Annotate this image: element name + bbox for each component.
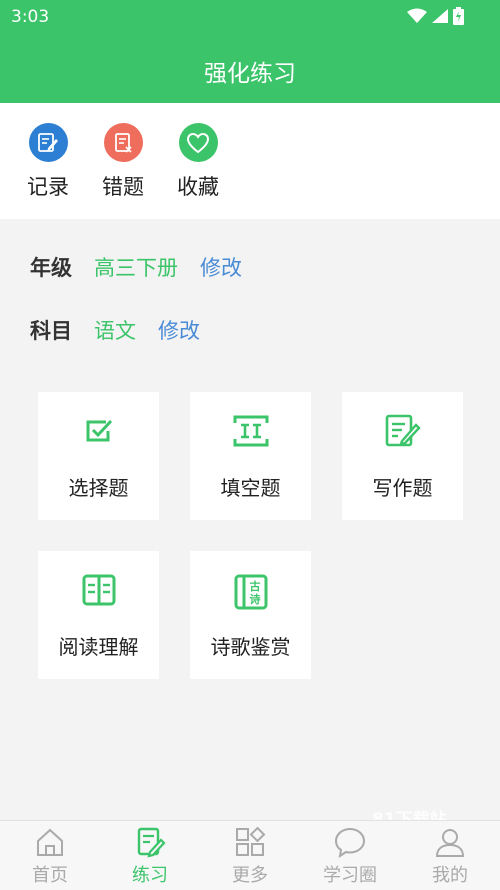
exercise-label: 诗歌鉴赏 <box>210 635 291 659</box>
tab-label: 我的 <box>432 865 468 886</box>
chat-bubble-icon <box>310 826 390 858</box>
subject-row: 科目 语文 修改 <box>30 315 200 345</box>
signal-icon <box>432 9 448 23</box>
page-title: 强化练习 <box>204 61 296 87</box>
exercise-card-reading[interactable]: 阅读理解 <box>38 551 159 679</box>
quick-action-label: 收藏 <box>177 175 219 199</box>
practice-icon <box>110 826 190 858</box>
bottom-tab-bar: 首页 练习 更多 学习圈 我的 <box>0 820 500 890</box>
subject-value: 语文 <box>94 319 136 343</box>
poem-icon-char: 古 <box>249 579 260 593</box>
status-time: 3:03 <box>11 7 50 27</box>
subject-edit-link[interactable]: 修改 <box>158 315 200 345</box>
grade-row: 年级 高三下册 修改 <box>30 252 242 282</box>
tab-home[interactable]: 首页 <box>10 826 90 887</box>
home-icon <box>10 826 90 858</box>
exercise-label: 写作题 <box>372 476 433 500</box>
exercise-card-fill-blank[interactable]: 填空题 <box>190 392 311 520</box>
more-icon <box>210 826 290 858</box>
quick-action-wrong-questions[interactable]: 错题 <box>93 123 153 201</box>
writing-icon <box>342 414 463 448</box>
status-icons <box>407 7 464 25</box>
tab-label: 更多 <box>232 865 268 886</box>
quick-action-favorites[interactable]: 收藏 <box>168 123 228 201</box>
exercise-card-multiple-choice[interactable]: 选择题 <box>38 392 159 520</box>
app-bar: 强化练习 <box>0 34 500 103</box>
exercise-card-writing[interactable]: 写作题 <box>342 392 463 520</box>
record-icon <box>28 123 68 162</box>
battery-charging-icon <box>453 7 464 25</box>
heart-icon <box>178 123 218 162</box>
tab-me[interactable]: 我的 <box>410 826 490 887</box>
grade-edit-link[interactable]: 修改 <box>200 252 242 282</box>
checkbox-icon <box>38 414 159 448</box>
quick-action-label: 记录 <box>27 175 69 199</box>
tab-label: 首页 <box>32 865 68 886</box>
tab-practice[interactable]: 练习 <box>110 826 190 887</box>
user-icon <box>410 826 490 858</box>
subject-label: 科目 <box>30 319 72 343</box>
tab-study-circle[interactable]: 学习圈 <box>310 826 390 887</box>
tab-label: 学习圈 <box>323 865 377 886</box>
settings-section: 年级 高三下册 修改 科目 语文 修改 <box>0 219 500 389</box>
status-bar: 3:03 <box>0 0 500 34</box>
fill-blank-icon <box>190 414 311 448</box>
wrong-questions-icon <box>103 123 143 162</box>
poem-icon: 古诗 <box>190 573 311 611</box>
grade-value: 高三下册 <box>94 256 178 280</box>
quick-actions: 记录 错题 收藏 <box>0 103 500 219</box>
tab-more[interactable]: 更多 <box>210 826 290 887</box>
exercise-label: 选择题 <box>68 476 129 500</box>
tab-label: 练习 <box>132 865 168 886</box>
exercise-label: 阅读理解 <box>58 635 139 659</box>
exercise-label: 填空题 <box>220 476 281 500</box>
quick-action-record[interactable]: 记录 <box>18 123 78 201</box>
exercise-card-poetry[interactable]: 古诗 诗歌鉴赏 <box>190 551 311 679</box>
grade-label: 年级 <box>30 256 72 280</box>
poem-icon-char: 诗 <box>249 592 260 606</box>
quick-action-label: 错题 <box>102 175 144 199</box>
wifi-icon <box>407 8 427 23</box>
book-icon <box>38 573 159 607</box>
